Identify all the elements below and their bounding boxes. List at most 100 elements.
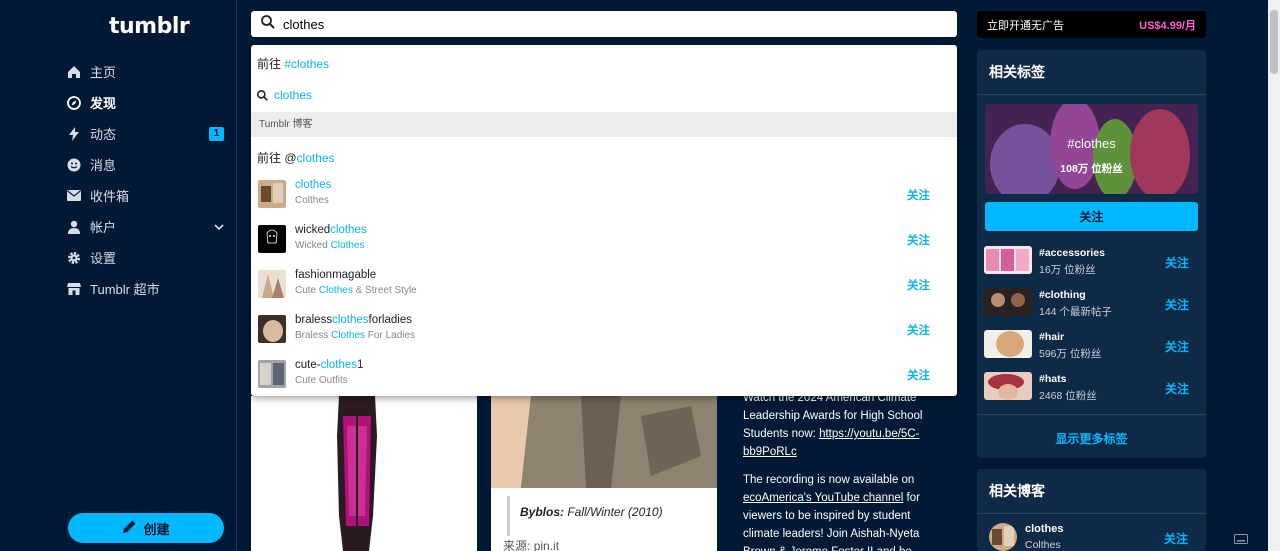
post-caption: Byblos: Fall/Winter (2010) [520,505,663,519]
related-tag-row[interactable]: #clothing 144 个最新帖子 关注 [984,288,1199,320]
follow-button[interactable]: 关注 [1165,338,1189,355]
follow-button[interactable]: 关注 [907,187,930,203]
post-card[interactable]: Watch the 2024 American Climate Leadersh… [731,392,957,551]
follow-button[interactable]: 关注 [1164,530,1188,547]
tag-thumbnail [984,372,1032,400]
search-icon [257,89,268,101]
nav-label: 动态 [90,127,117,142]
source-label: 来源: [503,539,531,551]
post-text: Watch the 2024 American Climate Leadersh… [731,389,957,461]
blog-title: Braless Clothes For Ladies [295,330,416,341]
follow-button[interactable]: 关注 [1165,254,1189,271]
activity-badge: 1 [209,127,224,141]
blog-avatar [258,270,286,298]
tag-count: 2468 位粉丝 [1039,390,1097,402]
tumblr-logo[interactable]: tumblr [109,14,190,39]
channel-link[interactable]: ecoAmerica's YouTube channel [743,492,903,504]
nav-item-messages[interactable]: 消息 [66,149,226,180]
nav-item-account[interactable]: 帐户 [66,211,226,242]
post-text: The recording is now available on ecoAme… [731,471,957,551]
blog-name: wickedclothes [295,224,367,236]
show-more-tags-link[interactable]: 显示更多标签 [977,414,1206,447]
post-card[interactable] [251,396,477,551]
related-tag-row[interactable]: #hats 2468 位粉丝 关注 [984,372,1199,404]
tag-count: 144 个最新帖子 [1039,306,1112,318]
tag-count: 596万 位粉丝 [1039,348,1102,360]
store-icon [66,281,82,297]
follow-tag-button[interactable]: 关注 [985,202,1198,231]
nav-label: 设置 [90,251,117,266]
home-icon [66,64,82,80]
blog-result[interactable]: cute-clothes1 Cute Outfits 关注 [258,357,950,393]
nav-label: 消息 [90,158,117,173]
follow-button[interactable]: 关注 [907,277,930,293]
post-image [491,396,717,488]
nav-item-activity[interactable]: 动态 1 [66,118,226,149]
blog-result[interactable]: wickedclothes Wicked Clothes 关注 [258,222,950,258]
follow-button[interactable]: 关注 [907,367,930,383]
gear-icon [66,250,82,266]
chevron-down-icon[interactable] [214,220,224,235]
related-tag-row[interactable]: #accessories 16万 位粉丝 关注 [984,246,1199,278]
blog-avatar [258,180,286,208]
follow-button[interactable]: 关注 [907,322,930,338]
search-suggestion[interactable]: clothes [257,88,312,102]
hero-tag-name: #clothes [1067,136,1116,151]
user-icon [66,219,82,235]
nav-item-store[interactable]: Tumblr 超市 [66,273,226,304]
panel-title: 相关博客 [977,469,1206,514]
tag-name: #hats [1039,373,1067,385]
tag-name: #clothing [1039,289,1086,301]
page-scrollbar[interactable] [1268,0,1280,551]
post-text-2a: The recording is now available on [743,474,915,486]
related-tag-row[interactable]: #hair 596万 位粉丝 关注 [984,330,1199,362]
search-bar[interactable] [251,11,957,37]
search-input[interactable] [283,16,923,32]
create-button[interactable]: 创建 [68,513,224,543]
create-label: 创建 [143,521,170,537]
post-card[interactable]: Byblos: Fall/Winter (2010) 来源: pin.it [491,396,717,551]
blog-result[interactable]: fashionmagable Cute Clothes & Street Sty… [258,267,950,303]
blog-title: Colthes [295,195,329,206]
post-source: 来源: pin.it [503,537,559,551]
nav-label: 发现 [90,96,117,111]
go-tag-prefix: 前往 [257,57,285,71]
nav-item-inbox[interactable]: 收件箱 [66,180,226,211]
blog-name: clothes [295,179,332,191]
tag-hero-card[interactable]: #clothes 108万 位粉丝 [985,104,1198,194]
caption-brand: Byblos: [520,505,565,519]
nav-label: 帐户 [90,220,117,235]
tag-thumbnail [984,288,1032,316]
follow-button[interactable]: 关注 [1165,380,1189,397]
blog-avatar [258,315,286,343]
blog-result[interactable]: bralessclothesforladies Braless Clothes … [258,312,950,348]
panel-title: 相关标签 [977,50,1206,95]
tag-name: #accessories [1039,247,1105,259]
tag-thumbnail [984,246,1032,274]
scrollbar-thumb[interactable] [1270,10,1278,74]
go-blog-prefix: 前往 @ [257,151,297,165]
nav-label: Tumblr 超市 [90,282,160,297]
blog-title: Wicked Clothes [295,240,365,251]
tag-thumbnail [984,330,1032,358]
main-nav: 主页 发现 动态 1 消息 收件箱 帐户 设置 Tumblr 超市 [66,56,226,304]
caption-text: Fall/Winter (2010) [564,505,663,519]
go-to-tag[interactable]: 前往 #clothes [257,55,329,72]
nav-item-home[interactable]: 主页 [66,56,226,87]
follow-button[interactable]: 关注 [907,232,930,248]
blog-avatar [258,225,286,253]
compass-icon [66,95,82,111]
go-to-blog[interactable]: 前往 @clothes [257,149,335,166]
source-link[interactable]: pin.it [534,539,559,551]
blog-name[interactable]: clothes [1025,523,1064,535]
nav-item-explore[interactable]: 发现 [66,87,226,118]
left-sidebar: tumblr 主页 发现 动态 1 消息 收件箱 帐户 设置 Tumblr 超市… [0,0,237,551]
promo-label: 立即开通无广告 [987,19,1064,32]
nav-item-settings[interactable]: 设置 [66,242,226,273]
follow-button[interactable]: 关注 [1165,296,1189,313]
keyboard-icon[interactable] [1234,531,1248,549]
go-tag: #clothes [284,57,330,71]
tag-count: 16万 位粉丝 [1039,264,1096,276]
blog-result[interactable]: clothes Colthes 关注 [258,177,950,213]
ad-free-promo[interactable]: 立即开通无广告 US$4.99/月 [977,11,1206,38]
